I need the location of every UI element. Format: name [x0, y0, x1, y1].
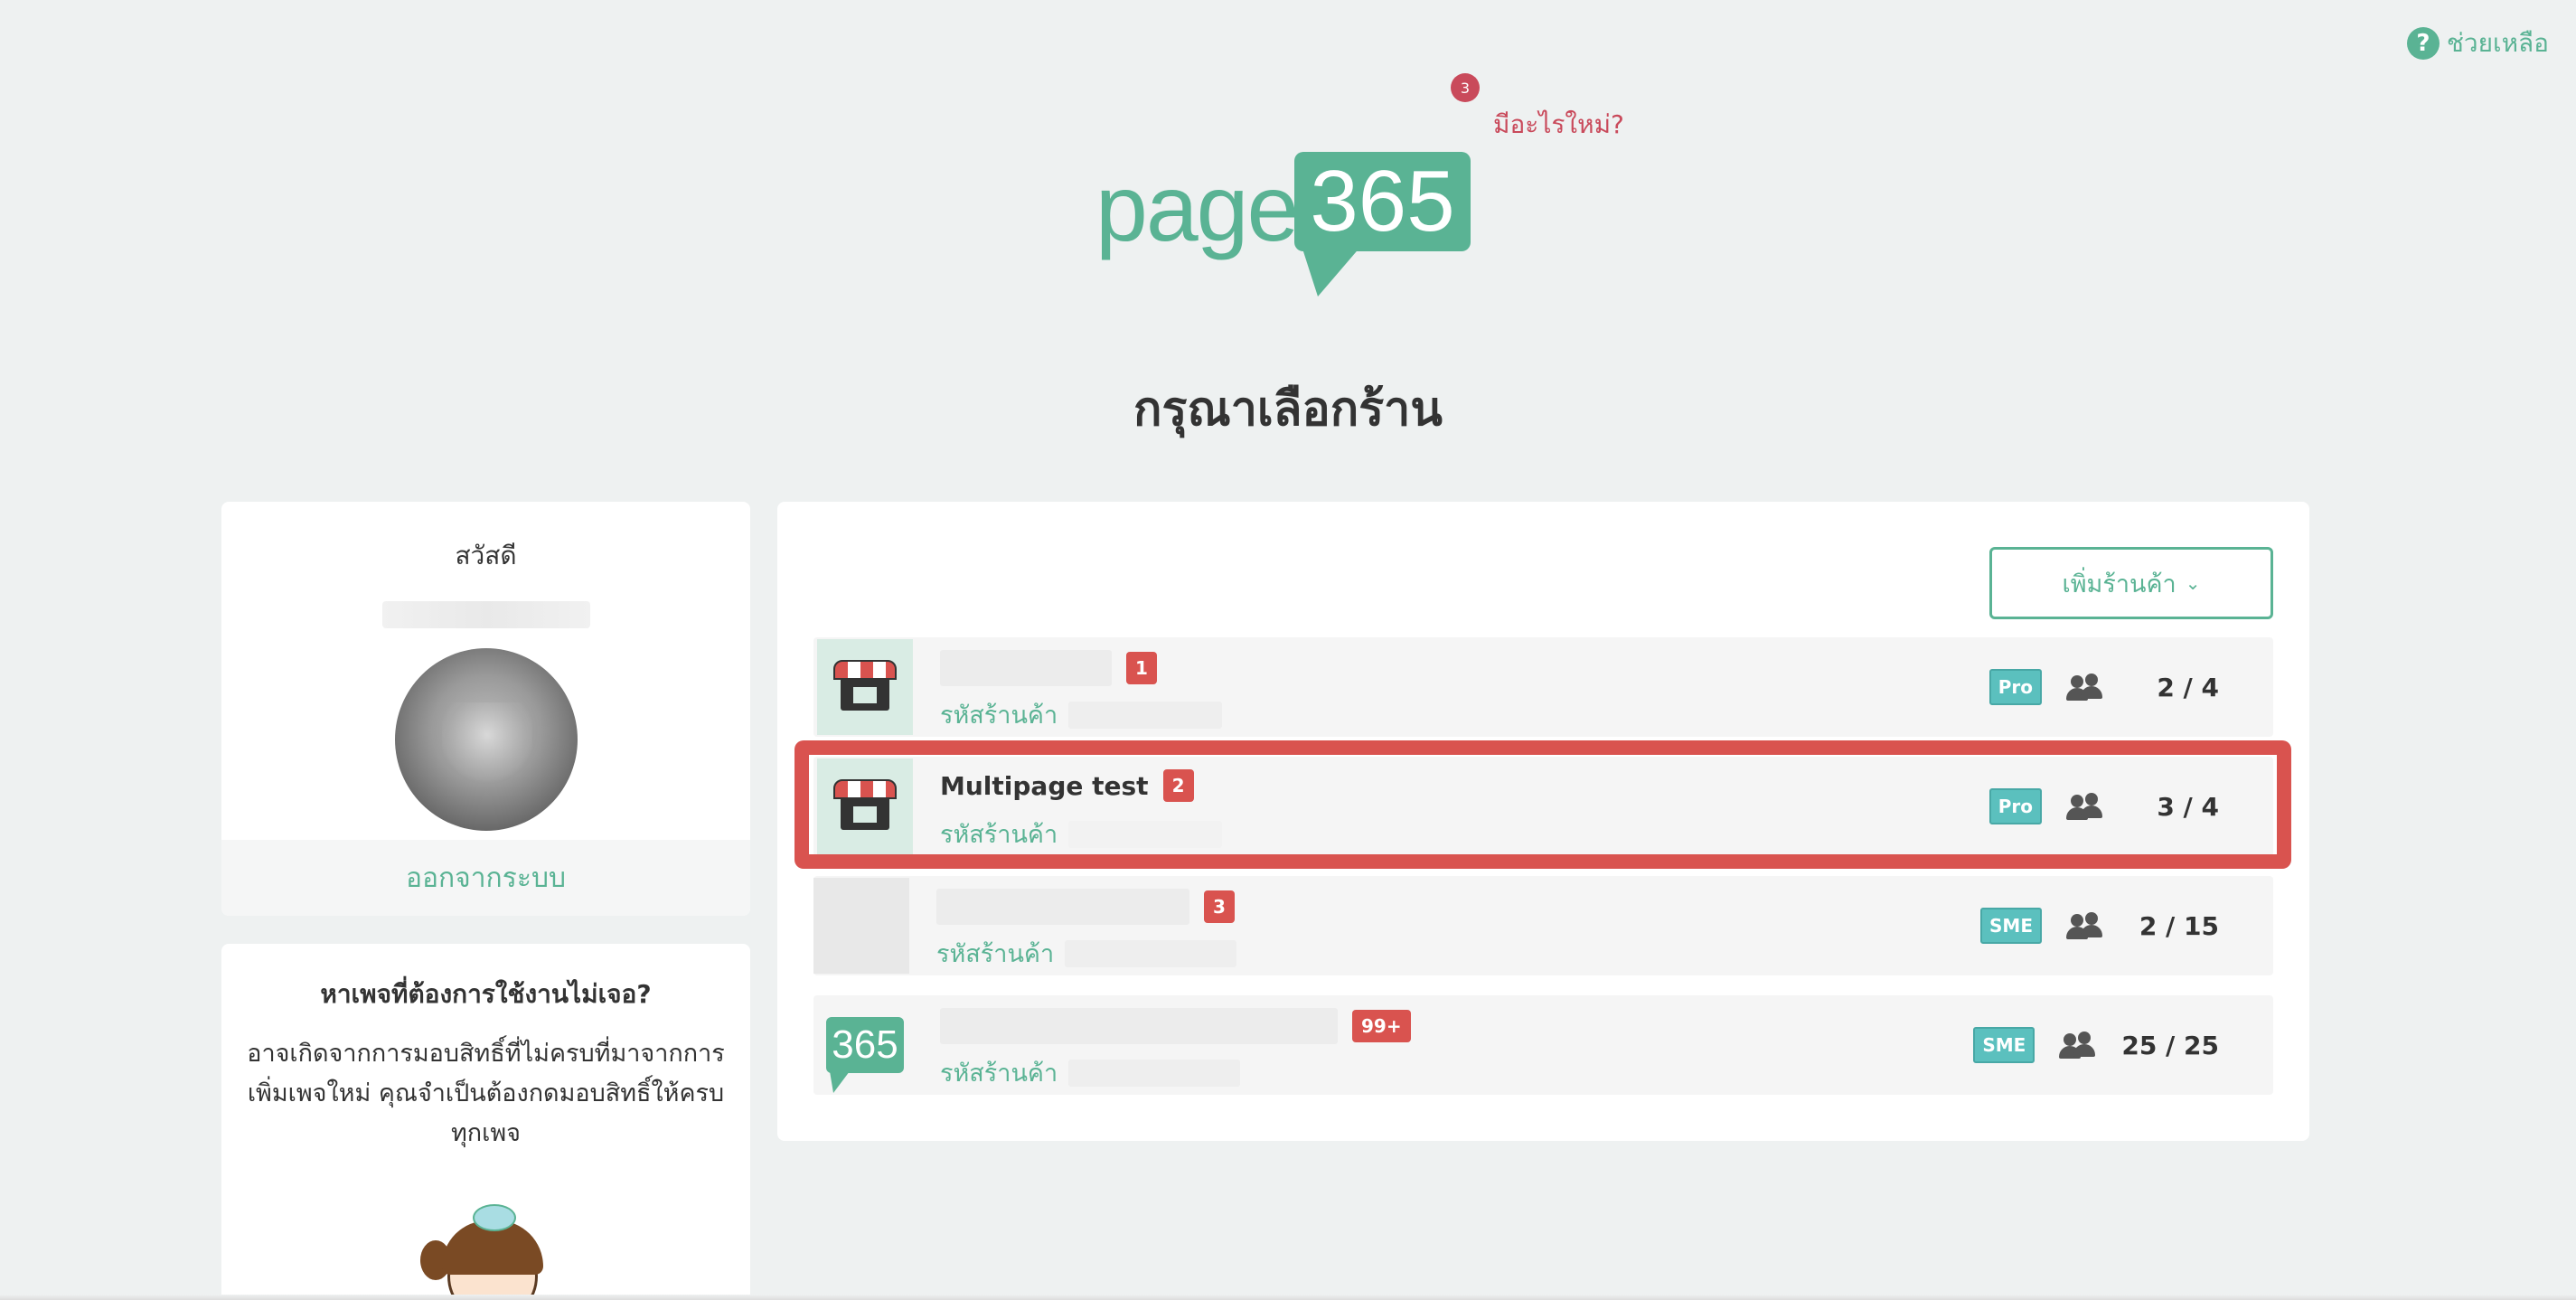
help-card-text: อาจเกิดจากการมอบสิทธิ์ที่ไม่ครบที่มาจากก… [247, 1040, 725, 1147]
store-name: Multipage test [940, 770, 1149, 801]
store-info: 1 รหัสร้านค้า [940, 637, 1989, 737]
users-count: 25 / 25 [2121, 1030, 2219, 1060]
store-code-label: รหัสร้านค้า [940, 1060, 1058, 1088]
greeting-text: สวัสดี [455, 541, 517, 570]
shop-icon [833, 660, 897, 714]
missing-page-help-card: หาเพจที่ต้องการใช้งานไม่เจอ? อาจเกิดจากก… [221, 944, 750, 1300]
notification-count-badge: 99+ [1352, 1010, 1411, 1042]
bottom-edge [0, 1295, 2576, 1300]
logo-text: page [1095, 156, 1299, 261]
whats-new-count-badge: 3 [1451, 73, 1480, 102]
chevron-down-icon: ⌄ [2185, 572, 2201, 594]
logo-bubble-tail [1302, 246, 1361, 297]
help-link[interactable]: ? ช่วยเหลือ [2406, 24, 2549, 63]
users-icon [2058, 1032, 2098, 1059]
users-icon [2065, 793, 2105, 820]
store-thumbnail [817, 639, 913, 735]
store-row[interactable]: 3 รหัสร้านค้า SME 2 / 15 [813, 876, 2273, 975]
users-count: 3 / 4 [2157, 791, 2219, 822]
store-code-redacted [1065, 939, 1237, 967]
store-info: Multipage test 2 รหัสร้านค้า [940, 757, 1989, 856]
store-thumbnail: 365 [817, 997, 913, 1093]
store-thumbnail [817, 758, 913, 854]
store-info: 99+ รหัสร้านค้า [940, 995, 1973, 1095]
store-code-redacted [1068, 820, 1223, 848]
shop-icon [833, 779, 897, 834]
users-count: 2 / 15 [2139, 910, 2219, 941]
page365-mini-logo-icon: 365 [826, 1017, 904, 1093]
store-code-label: รหัสร้านค้า [936, 940, 1055, 968]
user-name-redacted [381, 601, 590, 628]
profile-card: สวัสดี ออกจากระบบ [221, 502, 750, 916]
logout-button[interactable]: ออกจากระบบ [221, 840, 750, 916]
store-thumbnail [813, 878, 909, 974]
store-row[interactable]: 1 รหัสร้านค้า Pro 2 / 4 [813, 637, 2273, 737]
plan-badge: Pro [1988, 669, 2042, 705]
question-circle-icon: ? [2406, 27, 2440, 60]
store-name-redacted [936, 889, 1189, 925]
store-code-redacted [1068, 1059, 1241, 1087]
mascot-bow [473, 1204, 516, 1231]
add-store-button[interactable]: เพิ่มร้านค้า ⌄ [1989, 547, 2273, 619]
help-label: ช่วยเหลือ [2446, 28, 2549, 58]
users-count: 2 / 4 [2157, 672, 2219, 702]
plan-badge: Pro [1988, 788, 2042, 824]
notification-count-badge: 2 [1162, 769, 1194, 802]
page365-logo: page 365 [1095, 145, 1471, 303]
notification-count-badge: 1 [1126, 652, 1157, 684]
store-code-redacted [1068, 701, 1223, 729]
store-name-redacted [940, 650, 1112, 686]
store-code-label: รหัสร้านค้า [940, 702, 1058, 730]
notification-count-badge: 3 [1204, 890, 1235, 923]
help-card-title: หาเพจที่ต้องการใช้งานไม่เจอ? [320, 979, 652, 1009]
store-row[interactable]: 365 99+ รหัสร้านค้า SME 25 / 25 [813, 995, 2273, 1095]
add-store-label: เพิ่มร้านค้า [2062, 570, 2176, 598]
logo-bubble: 365 [1294, 152, 1471, 251]
plan-badge: SME [1980, 908, 2042, 944]
stores-panel: เพิ่มร้านค้า ⌄ 1 รหัสร้านค้า Pro 2 / 4 M… [777, 502, 2309, 1141]
store-row[interactable]: Multipage test 2 รหัสร้านค้า Pro 3 / 4 [813, 757, 2273, 856]
store-info: 3 รหัสร้านค้า [936, 876, 1980, 975]
mascot-illustration [420, 1204, 556, 1300]
users-icon [2065, 912, 2105, 939]
store-name-redacted [940, 1008, 1338, 1044]
whats-new-link[interactable]: มีอะไรใหม่? [1493, 105, 1624, 145]
store-code-label: รหัสร้านค้า [940, 821, 1058, 849]
page-title: กรุณาเลือกร้าน [1133, 382, 1443, 437]
users-icon [2065, 674, 2105, 701]
avatar [394, 648, 578, 831]
plan-badge: SME [1973, 1027, 2035, 1063]
